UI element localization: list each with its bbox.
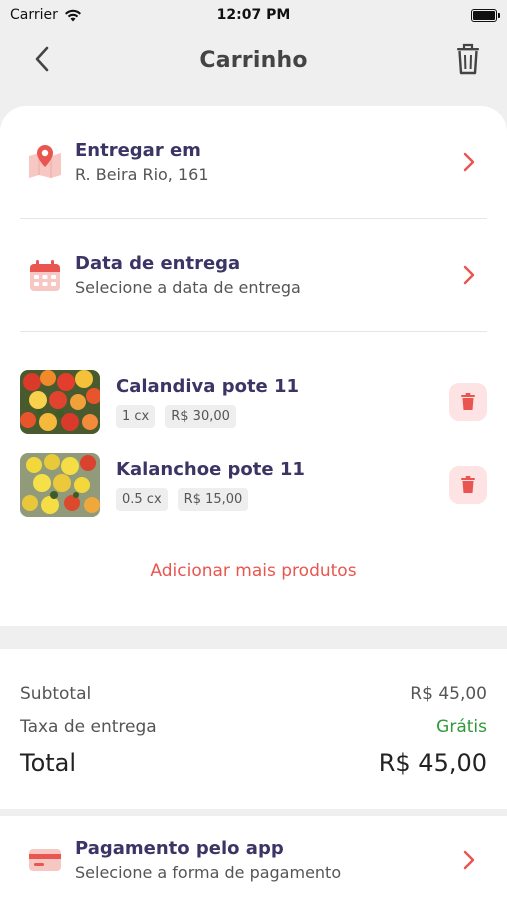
cart-item: Calandiva pote 11 1 cx R$ 30,00 — [20, 369, 487, 435]
add-more-products-link[interactable]: Adicionar mais produtos — [0, 561, 507, 581]
calendar-icon — [30, 260, 60, 291]
page-title: Carrinho — [199, 47, 308, 73]
product-quantity: 1 cx — [116, 405, 156, 428]
status-left: Carrier — [10, 7, 82, 23]
chevron-left-icon[interactable] — [28, 44, 58, 74]
product-quantity: 0.5 cx — [116, 488, 168, 511]
subtotal-row: Subtotal R$ 45,00 — [20, 677, 487, 710]
subtotal-value: R$ 45,00 — [410, 683, 487, 704]
delivery-date-row[interactable]: Data de entrega Selecione a data de entr… — [20, 219, 487, 331]
delivery-address-value: R. Beira Rio, 161 — [75, 165, 209, 184]
product-image-kalanchoe — [20, 453, 100, 517]
remove-item-button[interactable] — [449, 383, 487, 421]
status-bar: Carrier 12:07 PM — [0, 0, 507, 30]
delivery-date-label: Data de entrega — [75, 253, 241, 274]
payment-section: Pagamento pelo app Selecione a forma de … — [0, 816, 507, 900]
map-pin-icon — [29, 145, 61, 178]
chevron-right-icon — [463, 265, 475, 285]
battery-icon — [471, 8, 500, 22]
payment-label: Pagamento pelo app — [75, 838, 284, 859]
delivery-fee-row: Taxa de entrega Grátis — [20, 710, 487, 743]
chevron-right-icon — [463, 152, 475, 172]
delivery-date-value: Selecione a data de entrega — [75, 278, 301, 297]
wifi-icon — [64, 9, 81, 21]
product-name: Kalanchoe pote 11 — [116, 459, 305, 480]
remove-item-button[interactable] — [449, 466, 487, 504]
divider — [20, 331, 487, 332]
total-value: R$ 45,00 — [378, 749, 487, 777]
chevron-right-icon — [463, 850, 475, 870]
cart-card: Entregar em R. Beira Rio, 161 Data de en… — [0, 106, 507, 626]
product-image-calandiva — [20, 370, 100, 434]
trash-icon — [461, 393, 475, 410]
subtotal-label: Subtotal — [20, 683, 92, 704]
trash-icon — [461, 476, 475, 493]
cart-item: Kalanchoe pote 11 0.5 cx R$ 15,00 — [20, 452, 487, 518]
delivery-address-label: Entregar em — [75, 140, 201, 161]
nav-header: Carrinho — [0, 30, 507, 90]
total-row: Total R$ 45,00 — [20, 749, 487, 777]
delivery-fee-value: Grátis — [436, 716, 487, 737]
product-price: R$ 30,00 — [165, 405, 236, 428]
total-label: Total — [20, 749, 77, 777]
product-price: R$ 15,00 — [177, 488, 249, 511]
payment-value: Selecione a forma de pagamento — [75, 863, 342, 882]
credit-card-icon — [29, 849, 61, 871]
product-name: Calandiva pote 11 — [116, 376, 300, 397]
trash-icon[interactable] — [453, 42, 483, 76]
order-summary: Subtotal R$ 45,00 Taxa de entrega Grátis… — [0, 649, 507, 809]
delivery-address-row[interactable]: Entregar em R. Beira Rio, 161 — [20, 106, 487, 218]
payment-method-row[interactable]: Pagamento pelo app Selecione a forma de … — [20, 816, 487, 900]
carrier-label: Carrier — [10, 7, 58, 23]
delivery-fee-label: Taxa de entrega — [20, 716, 157, 737]
